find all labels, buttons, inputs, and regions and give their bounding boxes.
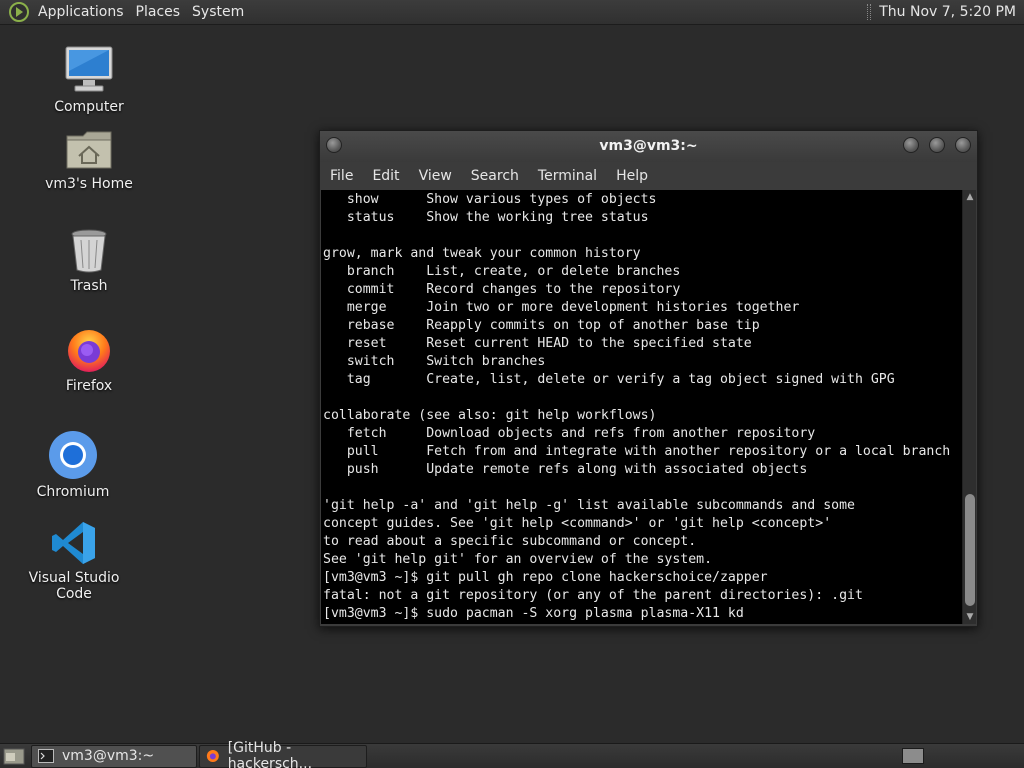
desktop-icon-label: Firefox — [65, 378, 113, 394]
system-menu[interactable]: System — [188, 0, 252, 25]
menu-file[interactable]: File — [320, 168, 362, 184]
terminal-line: [vm3@vm3 ~]$ sudo pacman -S xorg plasma … — [323, 606, 744, 621]
applications-menu-icon[interactable] — [8, 1, 30, 23]
maximize-button[interactable] — [929, 137, 945, 153]
show-desktop-icon[interactable] — [3, 746, 25, 766]
top-panel-right: Thu Nov 7, 5:20 PM — [867, 0, 1024, 25]
desktop-icon-trash[interactable]: Trash — [24, 228, 154, 294]
taskbar-item-label: vm3@vm3:~ — [62, 748, 155, 764]
menu-search[interactable]: Search — [461, 168, 528, 184]
terminal-line: show Show various types of objects — [323, 192, 657, 207]
terminal-line: switch Switch branches — [323, 354, 546, 369]
desktop-icon-computer[interactable]: Computer — [24, 45, 154, 115]
terminal-line: merge Join two or more development histo… — [323, 300, 800, 315]
window-menu-button[interactable] — [326, 137, 342, 153]
terminal-line: concept guides. See 'git help <command>'… — [323, 516, 832, 531]
terminal-menubar: File Edit View Search Terminal Help — [320, 162, 977, 189]
terminal-titlebar[interactable]: vm3@vm3:~ — [320, 131, 977, 162]
desktop-icon-label: Visual Studio Code — [28, 570, 120, 602]
terminal-scrollbar[interactable]: ▲ ▼ — [962, 190, 976, 624]
home-folder-icon — [66, 131, 112, 169]
vscode-icon — [52, 522, 95, 564]
terminal-line: collaborate (see also: git help workflow… — [323, 408, 657, 423]
terminal-line: fatal: not a git repository (or any of t… — [323, 588, 863, 603]
terminal-line: 'git help -a' and 'git help -g' list ava… — [323, 498, 855, 513]
terminal-line: branch List, create, or delete branches — [323, 264, 681, 279]
terminal-window[interactable]: vm3@vm3:~ File Edit View Search Terminal… — [319, 130, 978, 627]
terminal-output[interactable]: show Show various types of objects statu… — [321, 190, 962, 624]
terminal-line: See 'git help git' for an overview of th… — [323, 552, 713, 567]
window-title: vm3@vm3:~ — [599, 138, 698, 154]
desktop-icon-vscode[interactable]: Visual Studio Code — [9, 520, 139, 602]
workspace-switcher[interactable] — [902, 748, 924, 764]
computer-icon — [65, 46, 113, 92]
terminal-line: tag Create, list, delete or verify a tag… — [323, 372, 895, 387]
terminal-line: status Show the working tree status — [323, 210, 649, 225]
places-menu[interactable]: Places — [132, 0, 189, 25]
terminal-line: reset Reset current HEAD to the specifie… — [323, 336, 752, 351]
desktop-icon-label: vm3's Home — [45, 176, 133, 192]
menu-help[interactable]: Help — [606, 168, 657, 184]
menu-terminal[interactable]: Terminal — [528, 168, 606, 184]
desktop-icon-label: Computer — [54, 99, 124, 115]
desktop-icon-label: Trash — [70, 278, 108, 294]
desktop-icon-firefox[interactable]: Firefox — [24, 326, 154, 394]
terminal-line: [vm3@vm3 ~]$ git pull gh repo clone hack… — [323, 570, 768, 585]
close-button[interactable] — [955, 137, 971, 153]
applications-menu[interactable]: Applications — [34, 0, 132, 25]
desktop-icon-chromium[interactable]: Chromium — [8, 430, 138, 500]
desktop-icon-label: Chromium — [36, 484, 110, 500]
terminal-line: fetch Download objects and refs from ano… — [323, 426, 816, 441]
menu-edit[interactable]: Edit — [362, 168, 408, 184]
clock[interactable]: Thu Nov 7, 5:20 PM — [879, 4, 1024, 20]
panel-handle[interactable] — [867, 4, 872, 20]
trash-icon — [71, 229, 107, 273]
bottom-panel: vm3@vm3:~ [GitHub - hackersch... — [0, 740, 1024, 768]
minimize-button[interactable] — [903, 137, 919, 153]
terminal-line: push Update remote refs along with assoc… — [323, 462, 808, 477]
taskbar-item-label: [GitHub - hackersch... — [227, 740, 313, 768]
scroll-up-arrow-icon[interactable]: ▲ — [965, 192, 975, 202]
terminal-line: rebase Reapply commits on top of another… — [323, 318, 760, 333]
firefox-icon — [206, 750, 219, 762]
top-panel: Applications Places System Thu Nov 7, 5:… — [0, 0, 1024, 25]
chromium-icon — [49, 431, 97, 479]
menu-view[interactable]: View — [409, 168, 461, 184]
terminal-line: grow, mark and tweak your common history — [323, 246, 641, 261]
terminal-line: to read about a specific subcommand or c… — [323, 534, 697, 549]
taskbar-item-firefox[interactable]: [GitHub - hackersch... — [199, 740, 367, 768]
taskbar-item-terminal[interactable]: vm3@vm3:~ — [31, 744, 197, 768]
terminal-line: pull Fetch from and integrate with anoth… — [323, 444, 951, 459]
scroll-down-arrow-icon[interactable]: ▼ — [965, 612, 975, 622]
desktop-icon-home[interactable]: vm3's Home — [24, 128, 154, 192]
terminal-icon — [38, 749, 54, 763]
scrollbar-thumb[interactable] — [965, 494, 975, 606]
terminal-line: commit Record changes to the repository — [323, 282, 681, 297]
firefox-icon — [68, 330, 110, 372]
